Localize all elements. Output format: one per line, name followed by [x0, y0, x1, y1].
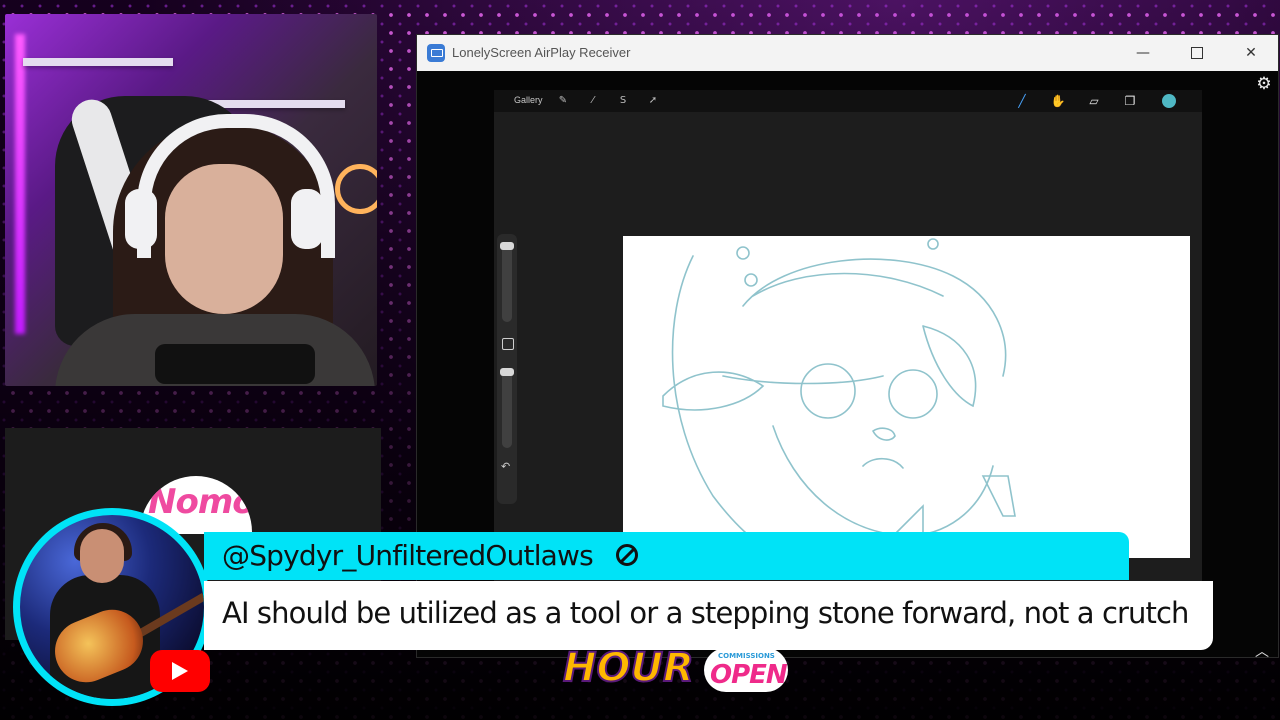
window-title: LonelyScreen AirPlay Receiver — [452, 45, 631, 60]
sketch-eye-right — [888, 369, 938, 419]
wrench-icon[interactable]: ✎ — [556, 94, 570, 108]
window-titlebar[interactable]: LonelyScreen AirPlay Receiver — ✕ — [417, 35, 1278, 71]
headphone-cup-left — [125, 189, 157, 249]
maximize-icon — [1191, 47, 1203, 59]
commissions-open-badge: COMMISSIONS OPEN — [704, 648, 788, 692]
ring-light — [335, 164, 377, 214]
avatar-head — [80, 529, 124, 583]
undo-icon[interactable]: ↶ — [501, 460, 510, 473]
commissions-label: COMMISSIONS — [718, 652, 775, 660]
brush-size-knob[interactable] — [500, 242, 514, 250]
gallery-button[interactable]: Gallery — [514, 95, 543, 105]
drawing-canvas[interactable] — [623, 236, 1190, 559]
gear-icon[interactable]: ⚙ — [1255, 75, 1273, 93]
sketch-nose — [872, 427, 896, 441]
open-label: OPEN — [710, 660, 788, 690]
webcam-feed — [5, 14, 377, 386]
close-button[interactable]: ✕ — [1237, 41, 1265, 65]
magic-wand-icon[interactable]: ⁄ — [586, 94, 600, 108]
shelf — [23, 58, 173, 66]
sketch-stroke — [922, 325, 977, 408]
airplay-app-icon — [427, 44, 445, 62]
brush-icon[interactable]: ╱ — [1014, 93, 1030, 109]
brush-size-slider[interactable] — [502, 242, 512, 322]
color-swatch[interactable] — [1162, 94, 1176, 108]
procreate-mirror: Gallery ✎ ⁄ S ➚ ╱ ✋ ▱ ❐ ↶ — [494, 90, 1202, 595]
sketch-mouth — [862, 457, 904, 469]
sketch-stroke — [772, 425, 994, 537]
sketch-bubble — [927, 238, 939, 250]
sketch-drawing — [662, 238, 1016, 559]
modify-button[interactable] — [502, 338, 514, 350]
procreate-sidebar: ↶ — [497, 234, 517, 504]
selection-icon[interactable]: S — [616, 94, 630, 108]
hour-logo-text: HOUR — [562, 644, 695, 692]
microphone — [155, 344, 315, 384]
sketch-stroke — [742, 258, 1007, 377]
chat-message: AI should be utilized as a tool or a ste… — [222, 596, 1189, 630]
chat-name-bar: @Spydyr_UnfilteredOutlaws — [204, 532, 1129, 580]
chat-message-bar: AI should be utilized as a tool or a ste… — [204, 581, 1213, 650]
transform-icon[interactable]: ➚ — [646, 94, 660, 108]
chevron-up-icon[interactable]: ︿ — [1255, 641, 1269, 661]
opacity-slider[interactable] — [502, 368, 512, 448]
minimize-button[interactable]: — — [1129, 41, 1157, 65]
headphone-cup-right — [291, 189, 323, 249]
opacity-knob[interactable] — [500, 368, 514, 376]
sketch-eye-left — [800, 363, 856, 419]
blocked-icon — [616, 544, 638, 566]
hour-logo: HOUR — [557, 644, 697, 705]
sketch-bubble — [736, 246, 750, 260]
smudge-icon[interactable]: ✋ — [1050, 93, 1066, 109]
layers-icon[interactable]: ❐ — [1122, 93, 1138, 109]
sketch-stroke — [671, 255, 794, 559]
nomo-logo-text: Nomo — [148, 482, 252, 522]
neon-lamp — [15, 34, 25, 334]
procreate-toolbar: Gallery ✎ ⁄ S ➚ ╱ ✋ ▱ ❐ — [494, 90, 1202, 112]
chat-username: @Spydyr_UnfilteredOutlaws — [222, 539, 594, 572]
maximize-button[interactable] — [1183, 41, 1211, 65]
youtube-play-icon — [172, 662, 188, 680]
sketch-bubble — [744, 273, 758, 287]
eraser-icon[interactable]: ▱ — [1086, 93, 1102, 109]
